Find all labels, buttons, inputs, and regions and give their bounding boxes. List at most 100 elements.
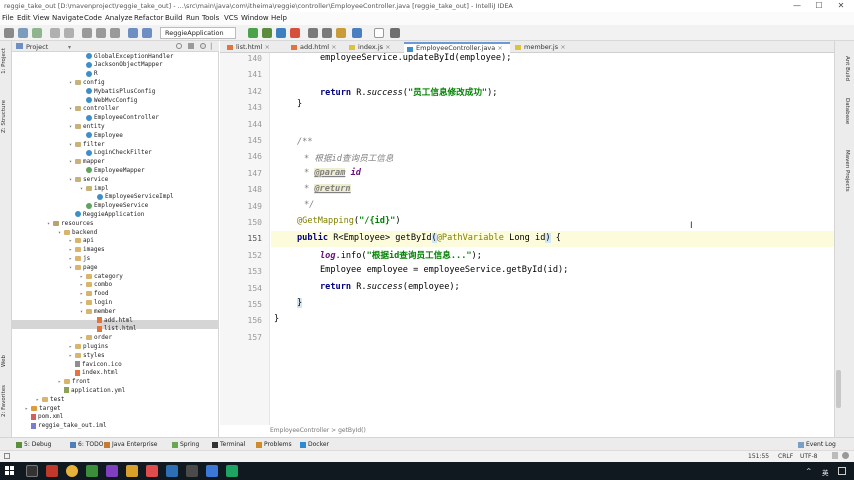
app-purple-icon[interactable] [106,465,118,477]
project-view-dropdown-icon[interactable]: ▾ [68,44,71,51]
app-green-icon[interactable] [86,465,98,477]
back-icon[interactable] [50,28,60,38]
web-tool-tab[interactable]: Web [1,355,7,367]
sync-icon[interactable] [32,28,42,38]
editor-scrollbar[interactable] [836,370,841,408]
caret-position[interactable]: 151:55 [748,453,769,460]
editor-breadcrumb[interactable]: EmployeeController > getById() [270,427,366,434]
tree-item-page[interactable]: ▾ page [69,264,97,273]
tree-item-employee[interactable]: Employee [80,132,123,141]
tree-item-front[interactable]: ▸ front [58,378,90,387]
tree-item-config[interactable]: ▾ config [69,79,105,88]
app-red-icon[interactable] [46,465,58,477]
tree-item-food[interactable]: ▸ food [80,290,108,299]
tree-item-images[interactable]: ▸ images [69,246,105,255]
tool-tab-terminal[interactable]: Terminal [212,441,245,448]
project-tool-tab[interactable]: 1: Project [1,48,7,74]
menu-run[interactable]: Run [186,14,199,22]
tab-index-js[interactable]: index.js × [346,42,402,53]
chrome-icon[interactable] [66,465,78,477]
tab-member-js[interactable]: member.js × [512,42,566,53]
menu-analyze[interactable]: Analyze [105,14,133,22]
tool-tab-6-todo[interactable]: 6: TODO [70,441,103,448]
sdk-icon[interactable] [336,28,346,38]
menu-window[interactable]: Window [241,14,269,22]
tree-item-employeeservice[interactable]: EmployeeService [80,202,148,211]
tree-item-r[interactable]: R [80,70,98,79]
tree-item-mapper[interactable]: ▾ mapper [69,158,105,167]
tree-item-target[interactable]: ▸ target [25,405,61,414]
app-green2-icon[interactable] [226,465,238,477]
intellij-icon[interactable] [146,465,158,477]
search-everywhere-icon[interactable] [390,28,400,38]
tree-item-test[interactable]: ▸ test [36,396,64,405]
paste-icon[interactable] [110,28,120,38]
tree-item-filter[interactable]: ▾ filter [69,141,105,150]
stop-icon[interactable] [290,28,300,38]
ant-build-tool-tab[interactable]: Ant Build [844,56,850,81]
ime-language[interactable]: 英 [822,467,829,477]
find-icon[interactable] [128,28,138,38]
task-view-icon[interactable] [26,465,38,477]
structure-tool-tab[interactable]: Z: Structure [1,100,7,133]
menu-refactor[interactable]: Refactor [134,14,163,22]
menu-tools[interactable]: Tools [202,14,219,22]
menu-navigate[interactable]: Navigate [52,14,83,22]
replace-icon[interactable] [142,28,152,38]
copy-icon[interactable] [96,28,106,38]
app-blue2-icon[interactable] [206,465,218,477]
tool-tab-problems[interactable]: Problems [256,441,292,448]
close-tab-icon[interactable]: × [495,44,502,52]
forward-icon[interactable] [64,28,74,38]
tray-chevron-icon[interactable]: ^ [806,467,811,475]
tree-item-combo[interactable]: ▸ combo [80,281,112,290]
favorites-tool-tab[interactable]: 2: Favorites [1,385,7,417]
tree-item-resources[interactable]: ▾ resources [47,220,94,229]
tree-item-entity[interactable]: ▾ entity [69,123,105,132]
tree-item-logincheckfilter[interactable]: LoginCheckFilter [80,149,152,158]
tree-item-member[interactable]: ▾ member [80,308,116,317]
tree-item-add-html[interactable]: add.html [91,317,133,326]
windows-start-icon[interactable] [5,466,15,476]
save-icon[interactable] [18,28,28,38]
lock-icon[interactable] [832,452,838,459]
tool-tab-spring[interactable]: Spring [172,441,199,448]
hide-icon[interactable]: | [210,42,212,50]
close-tab-icon[interactable]: × [329,43,336,51]
app-blue-icon[interactable] [166,465,178,477]
tree-item-jacksonobjectmapper[interactable]: JacksonObjectMapper [80,61,163,70]
tree-item-reggieapplication[interactable]: ReggieApplication [69,211,144,220]
tree-item-plugins[interactable]: ▸ plugins [69,343,108,352]
terminal-icon[interactable] [186,465,198,477]
menu-build[interactable]: Build [165,14,183,22]
tree-item-employeecontroller[interactable]: EmployeeController [80,114,159,123]
tree-item-employeeserviceimpl[interactable]: EmployeeServiceImpl [91,193,174,202]
tree-item-api[interactable]: ▸ api [69,237,94,246]
menu-help[interactable]: Help [271,14,287,22]
tree-item-order[interactable]: ▸ order [80,334,112,343]
tree-item-impl[interactable]: ▾ impl [80,185,108,194]
tab-list-html[interactable]: list.html × [224,42,286,53]
menu-edit[interactable]: Edit [17,14,31,22]
debug-icon[interactable] [262,28,272,38]
tab-add-html[interactable]: add.html × [288,42,344,53]
event-log-tab[interactable]: Event Log [798,441,836,448]
settings-icon[interactable] [322,28,332,38]
tree-item-list-html[interactable]: list.html [91,325,137,334]
cut-icon[interactable] [82,28,92,38]
close-tab-icon[interactable]: × [558,43,565,51]
locate-icon[interactable] [176,43,182,49]
tree-item-webmvcconfig[interactable]: WebMvcConfig [80,97,137,106]
minimize-button[interactable]: — [786,0,808,12]
folder-icon[interactable] [126,465,138,477]
tab-employeecontroller-java[interactable]: EmployeeController.java × [404,42,510,53]
collapse-icon[interactable] [188,43,194,49]
menu-file[interactable]: File [2,14,14,22]
open-icon[interactable] [4,28,14,38]
tree-item-styles[interactable]: ▸ styles [69,352,105,361]
file-encoding[interactable]: UTF-8 [800,453,818,460]
tree-item-backend[interactable]: ▾ backend [58,229,97,238]
inspector-icon[interactable] [842,452,849,459]
coverage-icon[interactable] [276,28,286,38]
line-separator[interactable]: CRLF [778,453,793,460]
